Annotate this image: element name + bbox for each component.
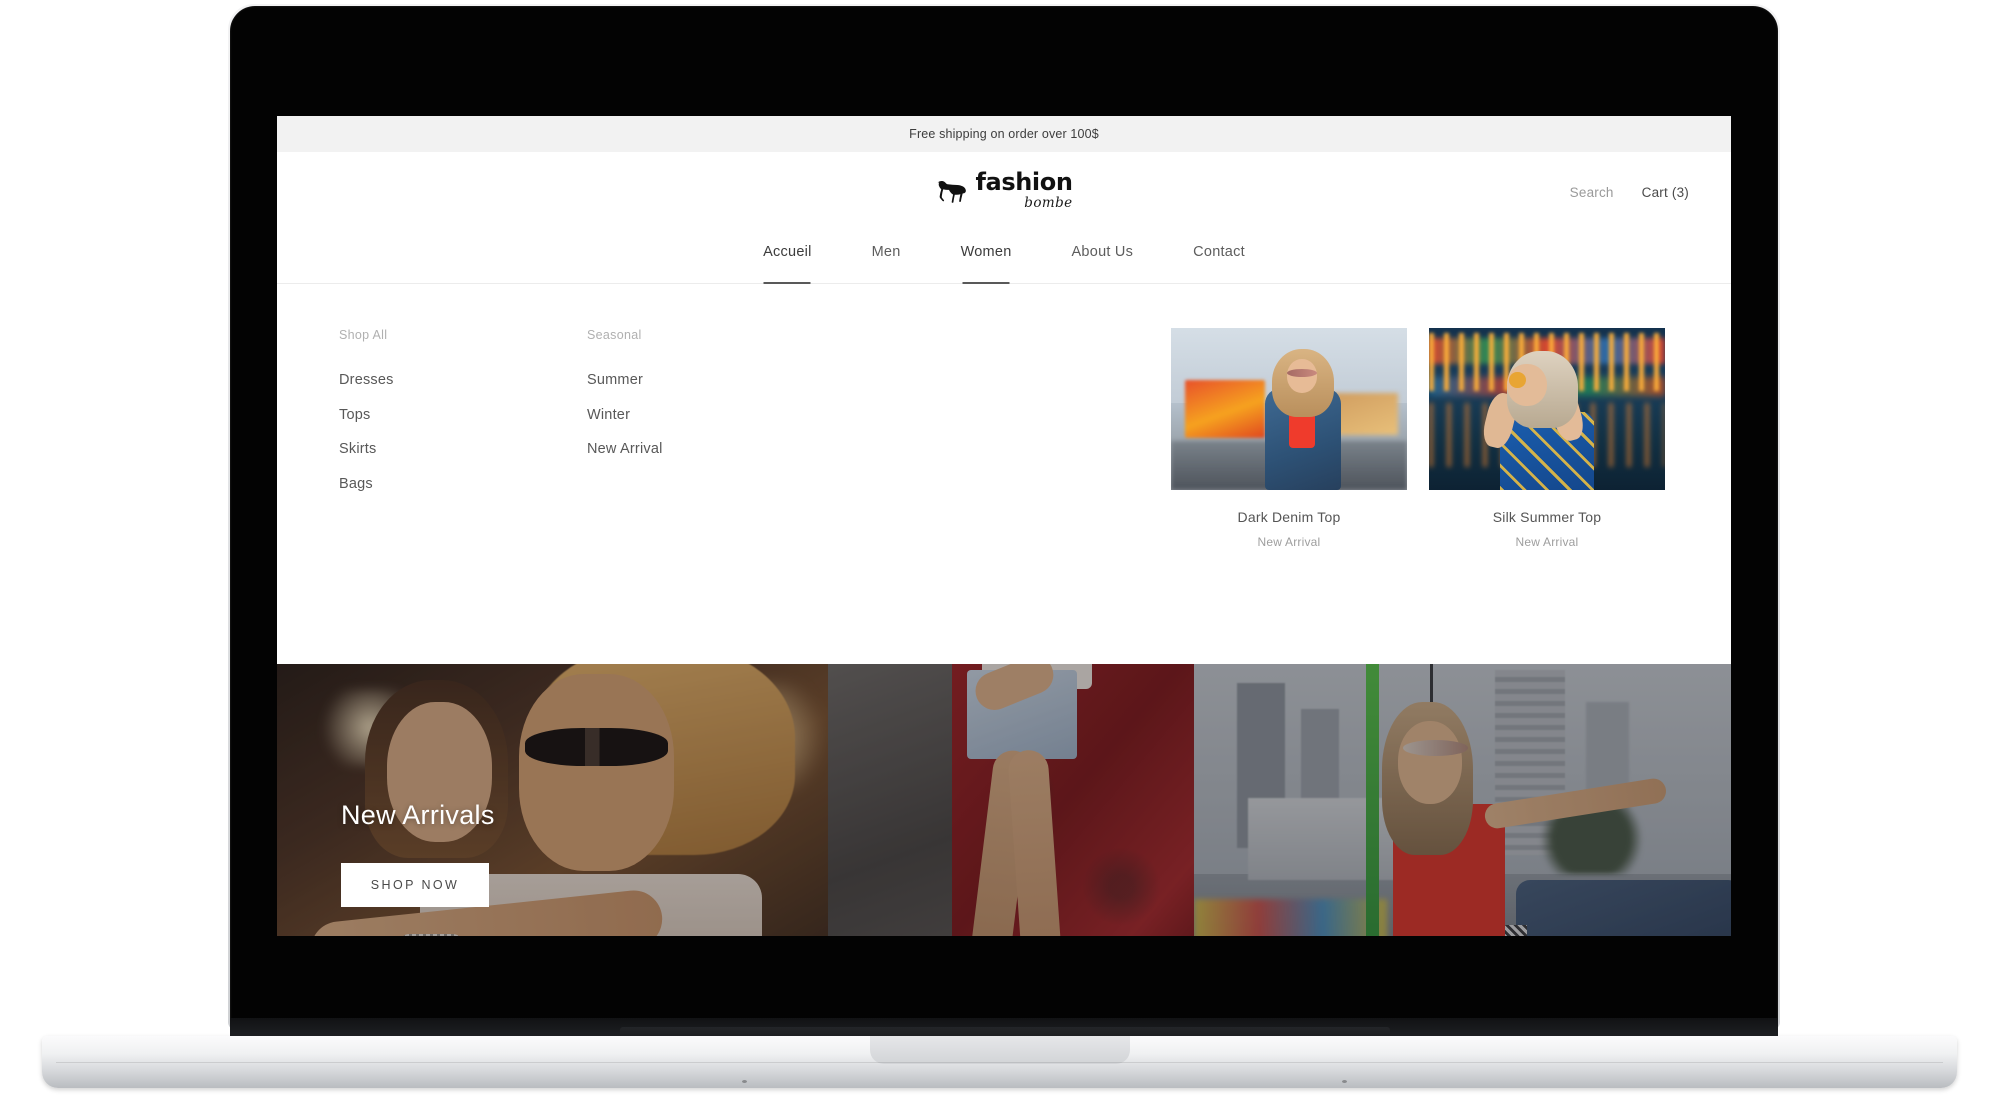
nav-item-accueil[interactable]: Accueil — [733, 239, 842, 284]
hero-overlay-tint — [1194, 664, 1731, 936]
logo-wordmark: fashion bombe — [975, 170, 1072, 211]
hero-panel-couple[interactable]: New Arrivals SHOP NOW — [277, 664, 828, 936]
hero-panel-red-wall[interactable] — [828, 664, 1194, 936]
mega-link-bags[interactable]: Bags — [339, 476, 587, 492]
dog-silhouette-icon — [935, 179, 969, 208]
promo-title-silk-summer-top: Silk Summer Top — [1492, 509, 1602, 525]
base-seam — [56, 1062, 1943, 1063]
promo-card-dark-denim-top[interactable]: Dark Denim Top New Arrival — [1171, 328, 1407, 549]
fairground-denim-photo — [1171, 328, 1407, 490]
mega-link-summer[interactable]: Summer — [587, 372, 835, 388]
mega-menu-content: Shop All Dresses Tops Skirts Bags Season… — [277, 328, 1731, 549]
mega-spacer — [835, 328, 1171, 549]
mega-link-new-arrival[interactable]: New Arrival — [587, 441, 835, 457]
hero-panel-swing-ride[interactable] — [1194, 664, 1731, 936]
mega-link-skirts[interactable]: Skirts — [339, 441, 587, 457]
carousel-silk-photo — [1429, 328, 1665, 490]
promo-tag-silk-summer-top: New Arrival — [1515, 535, 1579, 549]
announcement-text: Free shipping on order over 100$ — [909, 127, 1099, 141]
mega-column-shop-all: Shop All Dresses Tops Skirts Bags — [339, 328, 587, 549]
base-foot-right — [1342, 1080, 1347, 1083]
site-logo[interactable]: fashion bombe — [935, 170, 1073, 211]
hero-copy: New Arrivals SHOP NOW — [341, 800, 495, 907]
nav-item-women[interactable]: Women — [931, 239, 1042, 284]
mega-link-tops[interactable]: Tops — [339, 407, 587, 423]
laptop-base — [42, 1036, 1957, 1088]
logo-word: fashion — [975, 168, 1073, 196]
promo-card-silk-summer-top[interactable]: Silk Summer Top New Arrival — [1429, 328, 1665, 549]
main-navigation: Accueil Men Women About Us Contact — [277, 239, 1731, 284]
hero-overlay-tint — [828, 664, 1194, 936]
base-foot-left — [742, 1080, 747, 1083]
site-header: fashion bombe Search Cart (3) — [277, 152, 1731, 239]
logo-script: bombe — [1024, 195, 1073, 211]
nav-item-about-us[interactable]: About Us — [1042, 239, 1164, 284]
header-actions: Search Cart (3) — [1570, 185, 1689, 200]
nav-item-men[interactable]: Men — [842, 239, 931, 284]
promo-tag-dark-denim-top: New Arrival — [1257, 535, 1321, 549]
shop-now-button[interactable]: SHOP NOW — [341, 863, 489, 907]
hero-title: New Arrivals — [341, 800, 495, 830]
promo-title-dark-denim-top: Dark Denim Top — [1237, 509, 1341, 525]
women-mega-menu-panel: Shop All Dresses Tops Skirts Bags Season… — [277, 284, 1731, 664]
cart-button[interactable]: Cart (3) — [1642, 185, 1689, 200]
search-button[interactable]: Search — [1570, 185, 1614, 200]
hero-banner: New Arrivals SHOP NOW — [277, 664, 1731, 936]
mega-heading-seasonal: Seasonal — [587, 328, 642, 342]
promo-image-silk-summer-top[interactable] — [1429, 328, 1665, 490]
browser-viewport: Free shipping on order over 100$ fashion… — [277, 116, 1731, 936]
screenshot-stage: Free shipping on order over 100$ fashion… — [0, 0, 1999, 1107]
mega-heading-shop-all: Shop All — [339, 328, 388, 342]
mega-column-seasonal: Seasonal Summer Winter New Arrival — [587, 328, 835, 549]
mega-link-winter[interactable]: Winter — [587, 407, 835, 423]
nav-item-contact[interactable]: Contact — [1163, 239, 1275, 284]
announcement-bar: Free shipping on order over 100$ — [277, 116, 1731, 152]
mega-menu-promos: Dark Denim Top New Arrival Silk Summer T… — [1171, 328, 1665, 549]
promo-image-dark-denim-top[interactable] — [1171, 328, 1407, 490]
mega-link-dresses[interactable]: Dresses — [339, 372, 587, 388]
